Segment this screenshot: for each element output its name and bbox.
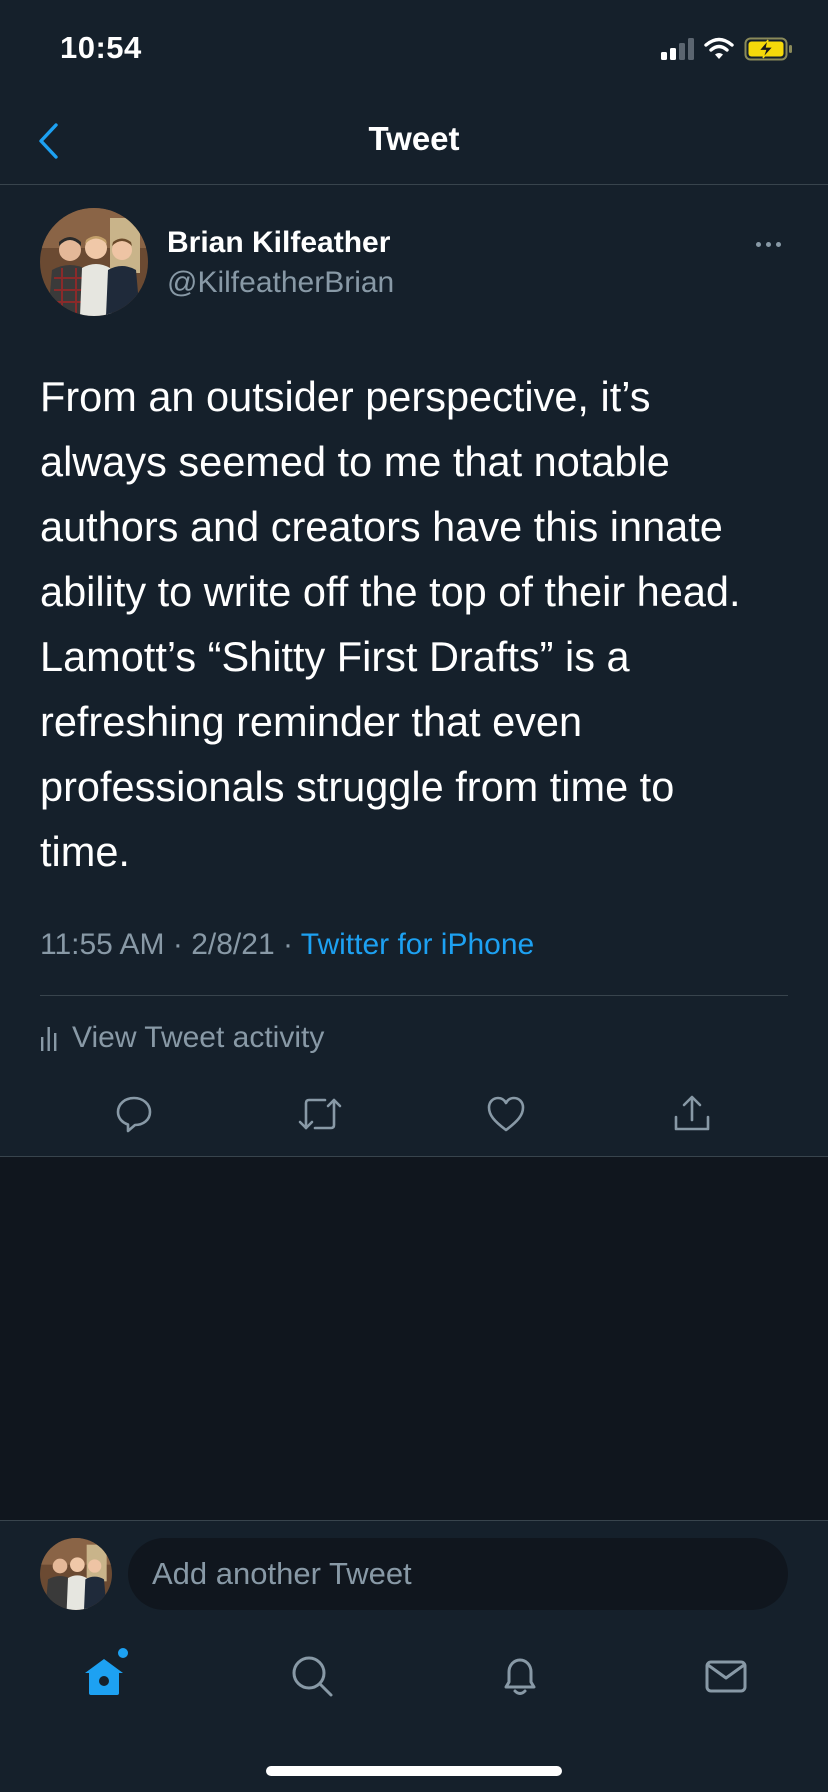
tab-home[interactable] [74, 1648, 134, 1704]
tab-notifications[interactable] [490, 1648, 550, 1704]
search-icon [292, 1656, 333, 1697]
notifications-icon [504, 1658, 536, 1695]
battery-charging-icon [744, 37, 792, 61]
meta-separator: · [282, 928, 293, 961]
tweet-meta: 11:55 AM · 2/8/21 · Twitter for iPhone [40, 928, 534, 962]
messages-icon [705, 1660, 747, 1693]
retweet-button[interactable] [294, 1088, 346, 1140]
share-button[interactable] [666, 1088, 718, 1140]
tweet-actions [0, 1088, 828, 1140]
author-avatar[interactable] [40, 208, 148, 316]
avatar-photo [40, 208, 148, 316]
avatar-photo [40, 1538, 112, 1610]
reply-icon [116, 1096, 152, 1133]
tweet-time: 11:55 AM [40, 928, 165, 961]
meta-separator: · [172, 928, 183, 961]
retweet-icon [298, 1098, 342, 1130]
my-avatar[interactable] [40, 1538, 112, 1610]
tweet-date: 2/8/21 [191, 928, 275, 961]
more-options-button[interactable] [748, 232, 788, 256]
header-divider [0, 184, 828, 185]
more-dot-icon [775, 241, 781, 247]
like-icon [487, 1096, 525, 1132]
page-title: Tweet [368, 120, 460, 157]
status-time: 10:54 [60, 30, 142, 65]
analytics-icon [41, 1027, 57, 1051]
tweet-source-link[interactable]: Twitter for iPhone [301, 928, 534, 961]
add-another-tweet-input[interactable] [128, 1538, 788, 1610]
more-dot-icon [765, 241, 771, 247]
more-dot-icon [755, 241, 761, 247]
share-icon [674, 1095, 710, 1131]
home-icon [85, 1659, 123, 1695]
tweet-text: From an outsider perspective, it’s alway… [40, 373, 741, 875]
author-handle[interactable]: @KilfeatherBrian [167, 266, 394, 300]
view-tweet-activity-button[interactable]: View Tweet activity [40, 1018, 324, 1058]
like-button[interactable] [480, 1088, 532, 1140]
view-tweet-activity-label: View Tweet activity [72, 1021, 325, 1054]
reply-button[interactable] [108, 1088, 160, 1140]
status-icons [661, 34, 794, 64]
author-name[interactable]: Brian Kilfeather [167, 226, 390, 260]
home-notification-dot [118, 1648, 128, 1658]
home-indicator [266, 1766, 562, 1776]
cellular-signal-icon [661, 38, 694, 60]
tab-messages[interactable] [696, 1648, 756, 1704]
meta-divider [40, 995, 788, 996]
tab-search[interactable] [282, 1648, 342, 1704]
wifi-icon [704, 37, 734, 59]
actions-divider [0, 1156, 828, 1157]
